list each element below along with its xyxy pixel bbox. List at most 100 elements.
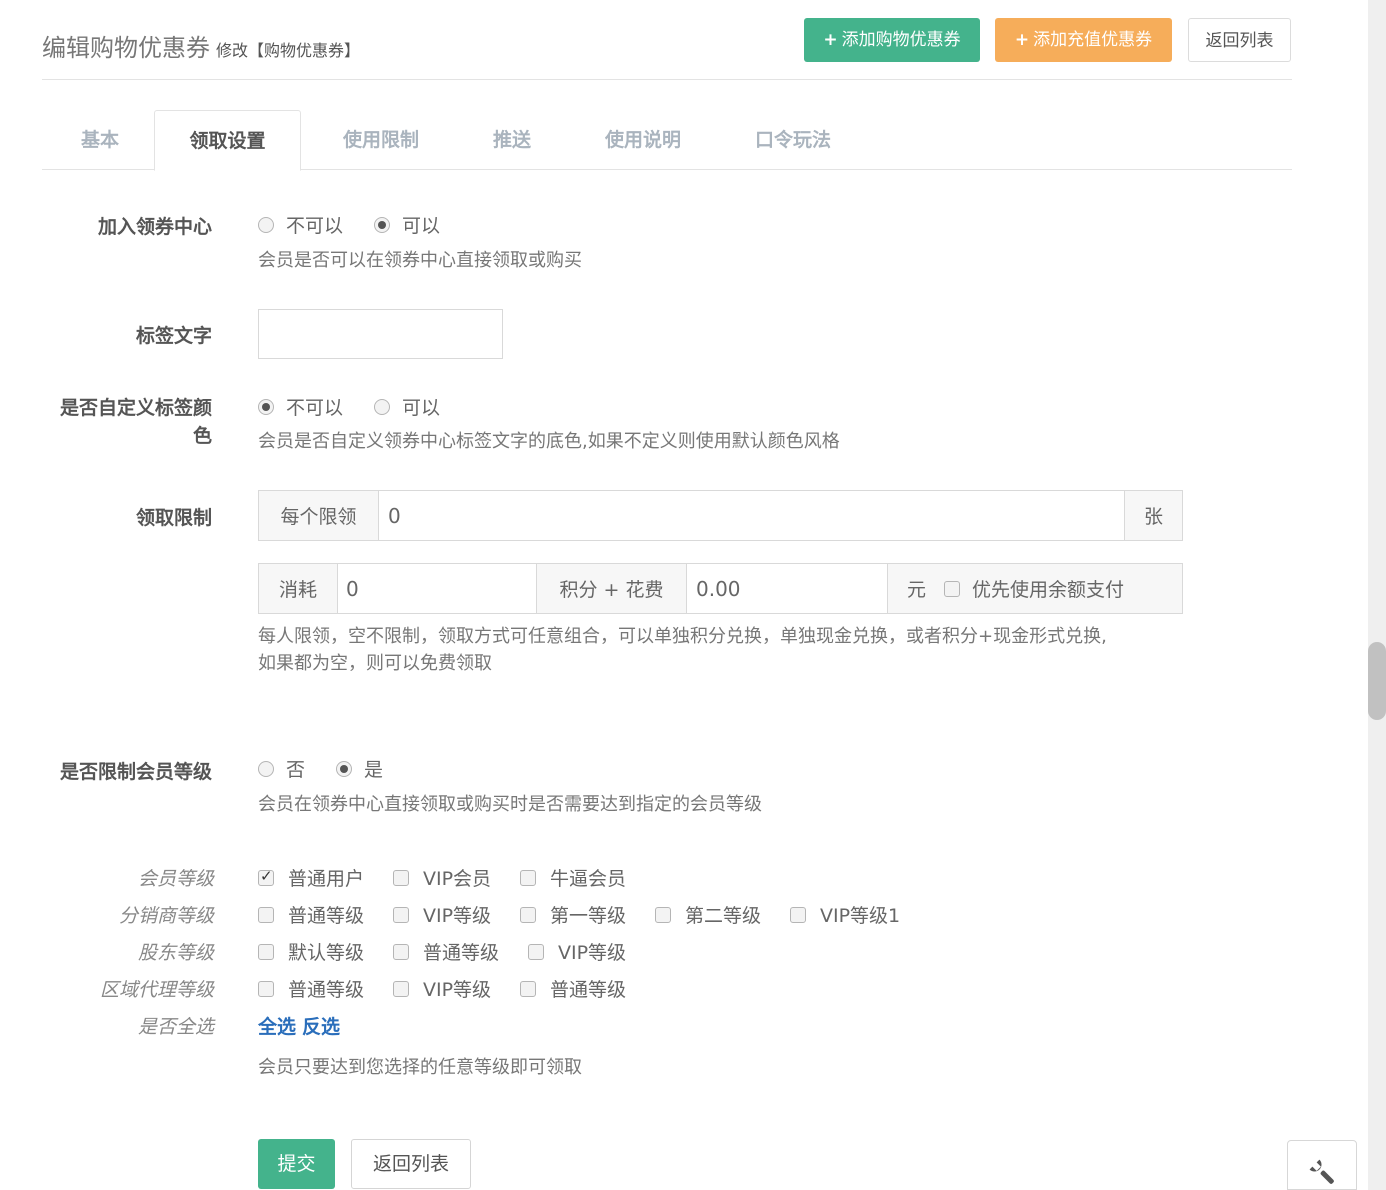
per-person-limit-addon: 每个限领 [259,491,379,540]
select-all-label: 是否全选 [137,1016,214,1038]
level-checkbox-label: 普通等级 [288,979,365,1001]
tab-basic[interactable]: 基本 [62,110,138,170]
custom-tag-color-help: 会员是否自定义领券中心标签文字的底色,如果不定义则使用默认颜色风格 [258,431,840,452]
limit-member-level-option-no[interactable]: 否 [258,755,305,782]
tab-push[interactable]: 推送 [472,110,552,170]
per-person-limit-unit: 张 [1124,491,1182,540]
consume-addon: 消耗 [259,564,338,613]
back-to-list-bottom-button[interactable]: 返回列表 [351,1139,471,1189]
checkbox-unchecked-icon [393,943,409,960]
custom-tag-color-option-yes-label: 可以 [402,397,441,419]
custom-tag-color-option-yes[interactable]: 可以 [374,393,440,420]
scrollbar-track[interactable] [1368,0,1386,1190]
tag-text-input[interactable] [258,309,503,359]
level-checkbox-label: 普通等级 [288,905,365,927]
level-group-distributor-label: 分销商等级 [118,905,214,927]
level-checkbox-label: 第二等级 [685,905,762,927]
level-checkbox[interactable]: 第二等级 [655,901,761,928]
claim-limit-help-line1: 每人限领，空不限制，领取方式可任意组合，可以单独积分兑换，单独现金兑换，或者积分… [258,626,1107,647]
limit-member-level-option-yes[interactable]: 是 [336,755,383,782]
add-recharge-coupon-button[interactable]: + 添加充值优惠券 [995,18,1172,62]
page-title-text: 编辑购物优惠券 [42,34,210,62]
checkbox-unchecked-icon [520,906,536,923]
level-checkbox[interactable]: 普通等级 [520,975,626,1002]
tab-usage-limits[interactable]: 使用限制 [322,110,440,170]
invert-select-link[interactable]: 反选 [302,1016,340,1038]
limit-member-level-option-yes-label: 是 [364,759,384,781]
level-checkbox-label: 第一等级 [550,905,627,927]
page-subtitle: 修改【购物优惠券】 [216,41,361,60]
level-checkbox[interactable]: VIP等级 [393,901,491,928]
level-checkbox-label: 普通等级 [550,979,627,1001]
level-checkbox[interactable]: 普通等级 [393,938,499,965]
level-help: 会员只要达到您选择的任意等级即可领取 [258,1057,582,1078]
custom-tag-color-label-line1: 是否自定义标签颜 [59,397,212,419]
checkbox-unchecked-icon [393,869,409,886]
join-center-option-yes[interactable]: 可以 [374,211,440,238]
money-unit-addon: 元 优先使用余额支付 [887,564,1182,613]
money-unit: 元 [907,579,927,601]
level-checkbox[interactable]: VIP等级 [528,938,626,965]
tab-usage-notes[interactable]: 使用说明 [584,110,702,170]
plus-icon: + [1014,30,1030,50]
per-person-limit-input[interactable]: 0 [388,491,1118,540]
level-checkbox[interactable]: VIP等级1 [790,901,900,928]
join-center-help: 会员是否可以在领券中心直接领取或购买 [258,250,582,271]
radio-checked-icon [258,398,274,415]
join-center-option-yes-label: 可以 [402,215,441,237]
back-to-list-button[interactable]: 返回列表 [1188,18,1291,62]
tab-claim-settings[interactable]: 领取设置 [154,110,301,171]
per-person-limit-group: 每个限领 0 张 [258,490,1183,541]
scrollbar-thumb[interactable] [1368,642,1386,720]
radio-unchecked-icon [374,398,390,415]
tag-text-label: 标签文字 [135,325,212,347]
level-checkbox-label: VIP等级 [423,979,492,1001]
tab-bar: 基本 领取设置 使用限制 推送 使用说明 口令玩法 [42,110,1292,171]
radio-unchecked-icon [258,760,274,777]
cost-group: 消耗 0 积分 + 花费 0.00 元 优先使用余额支付 [258,563,1183,614]
level-checkbox-label: VIP等级1 [820,905,901,927]
join-center-option-no-label: 不可以 [286,215,344,237]
claim-limit-label: 领取限制 [135,507,212,529]
wrench-icon [1309,1159,1334,1184]
level-checkbox[interactable]: VIP等级 [393,975,491,1002]
select-all-link[interactable]: 全选 [258,1016,296,1038]
level-checkbox[interactable]: 第一等级 [520,901,626,928]
level-checkbox[interactable]: 普通用户 [258,864,364,891]
claim-limit-help-line2: 如果都为空，则可以免费领取 [258,653,492,674]
join-center-option-no[interactable]: 不可以 [258,211,343,238]
money-input[interactable]: 0.00 [696,564,886,613]
level-group-region-agent-label: 区域代理等级 [99,979,214,1001]
page-title: 编辑购物优惠券 修改【购物优惠券】 [42,28,360,63]
custom-tag-color-option-no-label: 不可以 [286,397,344,419]
balance-pay-checkbox[interactable]: 优先使用余额支付 [944,575,1124,602]
add-shop-coupon-button[interactable]: + 添加购物优惠券 [804,18,980,62]
join-center-label: 加入领券中心 [97,216,212,238]
limit-member-level-option-no-label: 否 [286,759,306,781]
checkbox-checked-icon [258,867,274,886]
level-checkbox-label: 牛逼会员 [550,868,627,890]
level-checkbox[interactable]: VIP会员 [393,864,491,891]
tool-button[interactable] [1287,1140,1357,1190]
radio-checked-icon [374,216,390,233]
submit-button[interactable]: 提交 [258,1139,335,1189]
limit-member-level-label: 是否限制会员等级 [59,761,212,783]
radio-unchecked-icon [258,216,274,233]
level-checkbox[interactable]: 普通等级 [258,975,364,1002]
checkbox-unchecked-icon [393,906,409,923]
level-group-shareholder-label: 股东等级 [137,942,214,964]
level-group-member-label: 会员等级 [137,868,214,890]
tab-password-play[interactable]: 口令玩法 [734,110,852,170]
level-checkbox[interactable]: 牛逼会员 [520,864,626,891]
checkbox-unchecked-icon [520,869,536,886]
level-checkbox[interactable]: 普通等级 [258,901,364,928]
points-input[interactable]: 0 [346,564,531,613]
plus-icon: + [823,30,838,50]
custom-tag-color-label-line2: 色 [192,425,212,447]
page-header: 编辑购物优惠券 修改【购物优惠券】 + 添加购物优惠券 + 添加充值优惠券 返回列表 [42,16,1292,80]
select-links: 全选 反选 [258,1012,346,1039]
level-checkbox[interactable]: 默认等级 [258,938,364,965]
custom-tag-color-option-no[interactable]: 不可以 [258,393,343,420]
checkbox-unchecked-icon [528,943,544,960]
checkbox-unchecked-icon [655,906,671,923]
